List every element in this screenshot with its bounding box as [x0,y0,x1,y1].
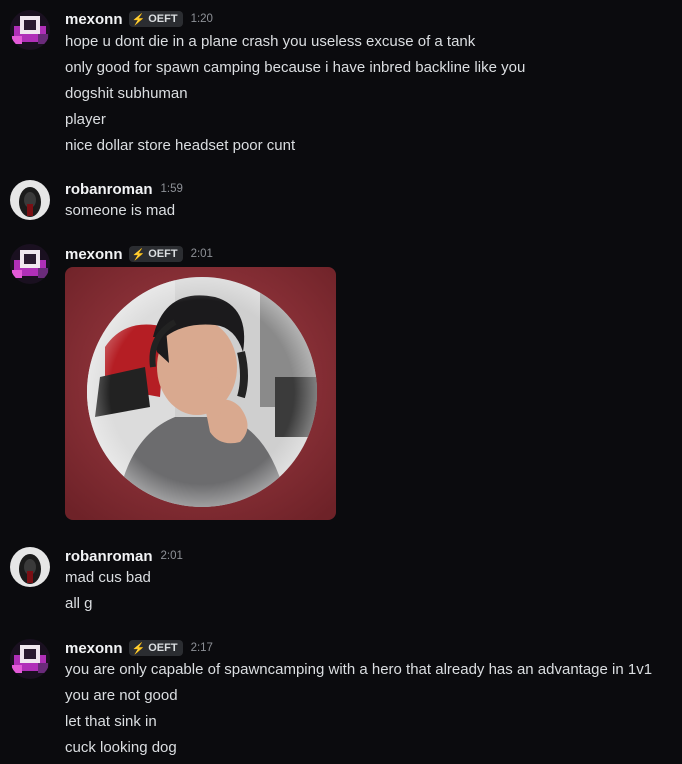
timestamp[interactable]: 2:01 [191,248,213,260]
message-text: you are only capable of spawncamping wit… [65,661,653,678]
guild-tag[interactable]: ⚡ OEFT [128,11,183,27]
message-header: mexonn ⚡ OEFT 2:17 [65,638,213,658]
message-header: robanroman 1:59 [65,179,183,199]
avatar[interactable] [10,10,50,50]
guild-tag-label: OEFT [148,248,178,260]
message-text: all g [65,595,93,612]
username[interactable]: robanroman [65,548,153,565]
message-text: player [65,111,106,128]
username[interactable]: mexonn [65,246,123,263]
avatar[interactable] [10,547,50,587]
avatar[interactable] [10,244,50,284]
guild-tag[interactable]: ⚡ OEFT [128,640,183,656]
username[interactable]: robanroman [65,181,153,198]
message-text: let that sink in [65,713,157,730]
message-text: only good for spawn camping because i ha… [65,59,526,76]
message-text: dogshit subhuman [65,85,188,102]
guild-tag[interactable]: ⚡ OEFT [128,246,183,262]
message-text: you are not good [65,687,178,704]
message-text: cuck looking dog [65,739,177,756]
image-attachment[interactable] [65,267,336,520]
avatar[interactable] [10,180,50,220]
message-text: someone is mad [65,202,176,219]
timestamp[interactable]: 1:59 [161,183,183,195]
guild-tag-label: OEFT [148,642,178,654]
bolt-icon: ⚡ [131,642,146,655]
message-header: robanroman 2:01 [65,546,183,566]
bolt-icon: ⚡ [131,13,146,26]
username[interactable]: mexonn [65,640,123,657]
message-text: hope u dont die in a plane crash you use… [65,33,476,50]
timestamp[interactable]: 2:01 [161,550,183,562]
timestamp[interactable]: 1:20 [191,13,213,25]
avatar[interactable] [10,639,50,679]
message-header: mexonn ⚡ OEFT 2:01 [65,244,213,264]
username[interactable]: mexonn [65,11,123,28]
message-header: mexonn ⚡ OEFT 1:20 [65,9,213,29]
timestamp[interactable]: 2:17 [191,642,213,654]
bolt-icon: ⚡ [131,248,146,261]
guild-tag-label: OEFT [148,13,178,25]
message-text: mad cus bad [65,569,151,586]
message-text: nice dollar store headset poor cunt [65,137,296,154]
